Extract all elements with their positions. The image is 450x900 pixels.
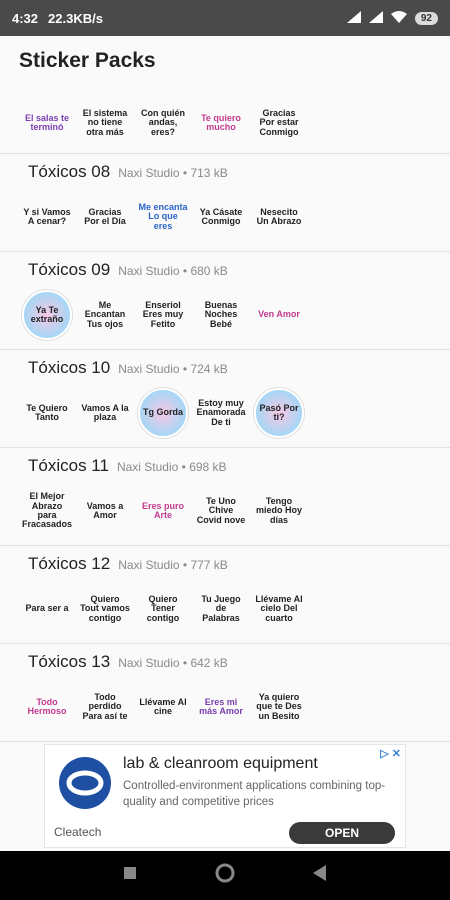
sticker: Te Quiero Tanto	[26, 402, 68, 422]
pack-meta: Naxi Studio • 724 kB	[118, 362, 228, 376]
pack-row-toxicos-11[interactable]: Tóxicos 11 Naxi Studio • 698 kB El Mejor…	[0, 448, 450, 546]
status-icons: 92	[346, 10, 438, 26]
pack-meta: Naxi Studio • 777 kB	[118, 558, 228, 572]
sticker: Me Encantan Tus ojos	[84, 299, 126, 329]
network-speed: 22.3KB/s	[48, 10, 103, 26]
ad-title: lab & cleanroom equipment	[123, 755, 318, 772]
sticker: Vamos a Amor	[86, 500, 124, 520]
home-icon[interactable]	[215, 863, 235, 888]
sticker: Eres puro Arte	[141, 500, 184, 520]
ad-choices-icon[interactable]: ▷ ✕	[380, 747, 401, 760]
sticker: Quiero Tout vamos contigo	[80, 593, 130, 623]
pack-title: Tóxicos 09	[28, 260, 111, 279]
pack-meta: Naxi Studio • 698 kB	[116, 460, 227, 474]
sticker: El salas te terminó	[24, 112, 70, 132]
wifi-icon	[390, 10, 407, 26]
sticker: El sistema no tiene otra más	[82, 107, 128, 137]
sticker: Para ser a	[25, 603, 69, 614]
ad-open-button[interactable]: OPEN	[289, 822, 395, 844]
sticker: Llévame Al cine	[139, 696, 187, 716]
back-icon[interactable]	[313, 865, 327, 886]
sticker: Enseriol Eres muy Fetito	[142, 299, 184, 329]
ad-description: Controlled-environment applications comb…	[123, 780, 386, 808]
pack-title: Tóxicos 11	[28, 456, 109, 475]
sticker: Ya Te extraño	[22, 290, 72, 340]
pack-row-toxicos-12[interactable]: Tóxicos 12 Naxi Studio • 777 kB Para ser…	[0, 546, 450, 644]
sticker: Y si Vamos A cenar?	[23, 206, 71, 226]
sticker: Todo perdido Para así te	[82, 691, 128, 721]
pack-row-0[interactable]: El salas te terminó El sistema no tiene …	[0, 86, 450, 154]
pack-row-toxicos-09[interactable]: Tóxicos 09 Naxi Studio • 680 kB Ya Te ex…	[0, 252, 450, 350]
pack-list: El salas te terminó El sistema no tiene …	[0, 86, 450, 851]
nav-bar	[0, 851, 450, 900]
sticker: Buenas Noches Bebé	[204, 299, 238, 329]
sticker: Quiero Tener contigo	[146, 593, 180, 623]
signal-icon-2	[368, 10, 383, 26]
sticker: Tengo miedo Hoy días	[255, 495, 302, 525]
ad-banner[interactable]: lab & cleanroom equipment Controlled-env…	[44, 744, 406, 848]
sticker-strip: Ya Te extraño Me Encantan Tus ojos Enser…	[0, 284, 450, 340]
battery-icon: 92	[414, 11, 438, 25]
sticker: Vamos A la plaza	[81, 402, 129, 422]
sticker: Tg Gorda	[138, 388, 188, 438]
sticker-strip: Y si Vamos A cenar? Gracias Por el Día M…	[0, 186, 450, 242]
page-title: Sticker Packs	[19, 49, 156, 72]
pack-title: Tóxicos 08	[28, 162, 111, 181]
pack-title: Tóxicos 13	[28, 652, 111, 671]
sticker: Eres mi más Amor	[199, 696, 243, 716]
sticker: Ya Cásate Conmigo	[199, 206, 243, 226]
sticker-strip: Te Quiero Tanto Vamos A la plaza Tg Gord…	[0, 382, 450, 438]
ad-brand: Cleatech	[54, 825, 102, 839]
sticker: Llévame Al cielo Del cuarto	[255, 593, 303, 623]
sticker: Nesecito Un Abrazo	[256, 206, 302, 226]
sticker-strip: Todo Hermoso Todo perdido Para así te Ll…	[0, 676, 450, 732]
sticker: Gracias Por estar Conmigo	[259, 107, 299, 137]
status-bar: 4:32 22.3KB/s 92	[0, 0, 450, 36]
sticker: Ya quiero que te Des un Besito	[256, 691, 302, 721]
advertiser-logo-icon	[59, 757, 111, 809]
sticker: Gracias Por el Día	[84, 206, 126, 226]
pack-title: Tóxicos 10	[28, 358, 111, 377]
pack-meta: Naxi Studio • 680 kB	[118, 264, 228, 278]
status-time: 4:32	[12, 10, 39, 26]
sticker: Pasó Por ti?	[254, 388, 304, 438]
sticker-strip: El Mejor Abrazo para Fracasados Vamos a …	[0, 480, 450, 536]
sticker: Todo Hermoso	[27, 696, 67, 716]
pack-row-toxicos-08[interactable]: Tóxicos 08 Naxi Studio • 713 kB Y si Vam…	[0, 154, 450, 252]
sticker-strip: Para ser a Quiero Tout vamos contigo Qui…	[0, 578, 450, 634]
pack-meta: Naxi Studio • 713 kB	[118, 166, 228, 180]
sticker: Te Uno Chive Covid nove	[196, 495, 246, 525]
sticker: El Mejor Abrazo para Fracasados	[22, 491, 72, 530]
sticker-strip: El salas te terminó El sistema no tiene …	[0, 86, 450, 148]
pack-title: Tóxicos 12	[28, 554, 111, 573]
recents-icon[interactable]	[123, 866, 137, 885]
pack-meta: Naxi Studio • 642 kB	[118, 656, 228, 670]
sticker: Con quién andas, eres?	[141, 107, 185, 137]
pack-row-toxicos-13[interactable]: Tóxicos 13 Naxi Studio • 642 kB Todo Her…	[0, 644, 450, 742]
sticker: Estoy muy Enamorada De ti	[196, 397, 246, 427]
sticker: Ven Amor	[258, 309, 300, 320]
app-bar: Sticker Packs	[0, 36, 450, 86]
sticker: Te quiero mucho	[201, 112, 241, 132]
sticker: Tu Juego de Palabras	[201, 593, 241, 623]
signal-icon	[346, 10, 361, 26]
sticker: Me encanta Lo que eres	[138, 201, 188, 231]
pack-row-toxicos-10[interactable]: Tóxicos 10 Naxi Studio • 724 kB Te Quier…	[0, 350, 450, 448]
